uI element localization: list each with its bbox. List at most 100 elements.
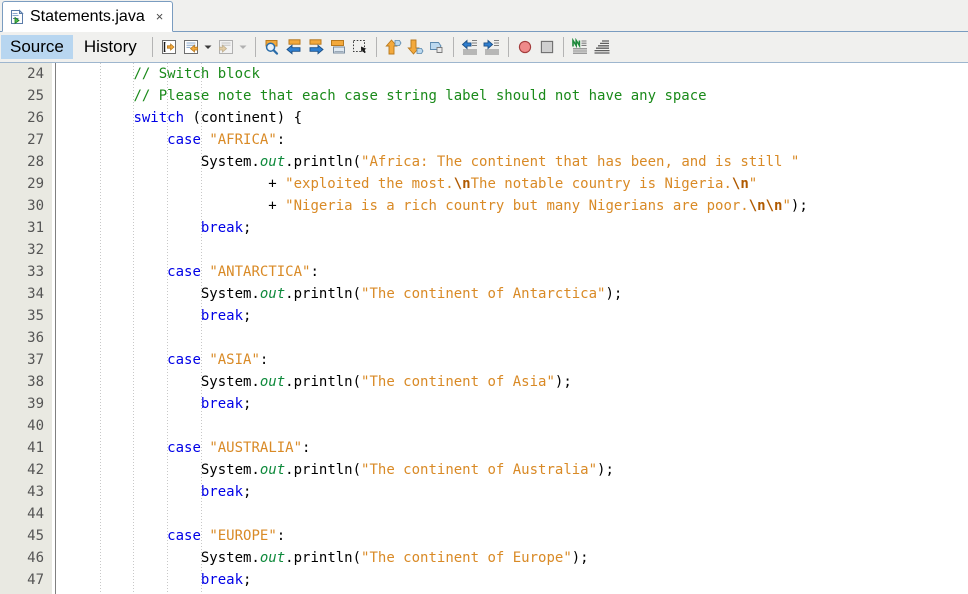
- previous-error-button[interactable]: [382, 36, 404, 58]
- next-bookmark-dropdown[interactable]: [237, 36, 250, 58]
- token-pln: );: [605, 286, 623, 302]
- code-line[interactable]: case "AFRICA":: [66, 129, 968, 151]
- line-number: 25: [27, 88, 44, 104]
- code-line[interactable]: // Switch block: [66, 63, 968, 85]
- toggle-bookmark-button[interactable]: [158, 36, 180, 58]
- next-bookmark-button[interactable]: [215, 36, 237, 58]
- document-tab-label: Statements.java: [30, 7, 145, 25]
- token-pln: :: [276, 528, 286, 544]
- code-line[interactable]: + "exploited the most.\nThe notable coun…: [66, 173, 968, 195]
- previous-bookmark-button[interactable]: [180, 36, 202, 58]
- token-str: "Africa: The continent that has been, an…: [361, 154, 800, 170]
- code-line[interactable]: System.out.println("The continent of Ant…: [66, 283, 968, 305]
- code-line[interactable]: // Please note that each case string lab…: [66, 85, 968, 107]
- token-str: "Nigeria is a rich country but many Nige…: [285, 198, 749, 214]
- code-line[interactable]: + "Nigeria is a rich country but many Ni…: [66, 195, 968, 217]
- token-str: "The continent of Europe": [361, 550, 572, 566]
- document-tab-statements-java[interactable]: Statements.java ×: [2, 1, 174, 32]
- token-pln: .println(: [285, 550, 362, 566]
- netbeans-editor-window: Statements.java × Source History 24 25 2…: [0, 0, 968, 594]
- stop-macro-recording-button[interactable]: [536, 36, 558, 58]
- token-kw: break: [200, 220, 244, 236]
- close-icon[interactable]: ×: [154, 10, 166, 23]
- token-pln: :: [310, 264, 319, 280]
- line-number: 29: [27, 176, 44, 192]
- token-kw: case: [167, 264, 201, 280]
- editor-toolbar: Source History: [0, 32, 968, 63]
- token-cmt: // Switch block: [133, 66, 260, 82]
- text-limit-line-icon: [593, 38, 611, 56]
- code-line[interactable]: break;: [66, 305, 968, 327]
- token-pln: :: [276, 132, 286, 148]
- token-pln: [66, 352, 167, 368]
- token-fld: out: [259, 462, 286, 478]
- line-number: 45: [27, 528, 44, 544]
- toggle-non-printable-characters-button[interactable]: [569, 36, 591, 58]
- arrow-left-icon: [285, 38, 303, 56]
- shift-line-right-button[interactable]: [481, 36, 503, 58]
- line-number: 33: [27, 264, 44, 280]
- token-pln: );: [597, 462, 614, 478]
- last-edit-button[interactable]: [426, 36, 448, 58]
- toggle-highlight-search-button[interactable]: [327, 36, 349, 58]
- toggle-text-limit-line-button[interactable]: [591, 36, 613, 58]
- code-line[interactable]: break;: [66, 217, 968, 239]
- token-kw: break: [200, 308, 244, 324]
- code-lines[interactable]: // Switch block // Please note that each…: [56, 63, 968, 591]
- code-line[interactable]: System.out.println("The continent of Aus…: [66, 459, 968, 481]
- toolbar-divider: [254, 37, 256, 57]
- previous-bookmark-icon: [182, 38, 200, 56]
- find-previous-button[interactable]: [283, 36, 305, 58]
- code-line[interactable]: [66, 415, 968, 437]
- previous-bookmark-dropdown[interactable]: [202, 36, 215, 58]
- code-line[interactable]: System.out.println("Africa: The continen…: [66, 151, 968, 173]
- toolbar-divider: [562, 37, 564, 57]
- line-number: 44: [27, 506, 44, 522]
- code-line[interactable]: [66, 239, 968, 261]
- stop-macro-icon: [538, 38, 556, 56]
- token-pln: .println(: [285, 462, 362, 478]
- code-area[interactable]: // Switch block // Please note that each…: [56, 63, 968, 594]
- line-number: 34: [27, 286, 44, 302]
- java-file-icon: [9, 8, 25, 25]
- token-esc: \n: [731, 176, 749, 192]
- code-line[interactable]: break;: [66, 393, 968, 415]
- next-error-button[interactable]: [404, 36, 426, 58]
- rectangular-selection-icon: [351, 38, 369, 56]
- line-number: 31: [27, 220, 44, 236]
- document-tab-strip: Statements.java ×: [0, 0, 968, 32]
- tab-history[interactable]: History: [75, 35, 146, 59]
- token-str: The notable country is Nigeria.: [470, 176, 732, 192]
- find-selection-button[interactable]: [261, 36, 283, 58]
- code-line[interactable]: switch (continent) {: [66, 107, 968, 129]
- code-line[interactable]: System.out.println("The continent of Asi…: [66, 371, 968, 393]
- find-next-button[interactable]: [305, 36, 327, 58]
- code-line[interactable]: [66, 327, 968, 349]
- token-str: "AUSTRALIA": [209, 440, 303, 456]
- token-pln: ;: [243, 572, 252, 588]
- token-str: ": [782, 198, 791, 214]
- code-line[interactable]: case "ASIA":: [66, 349, 968, 371]
- line-number: 24: [27, 66, 44, 82]
- token-pln: );: [790, 198, 808, 214]
- code-line[interactable]: case "EUROPE":: [66, 525, 968, 547]
- code-editor[interactable]: 24 25 26 27 28 29 30 31 32 33 34 35 36 37 38 39 40 41 42 43…: [0, 63, 968, 594]
- line-number: 38: [27, 374, 44, 390]
- code-line[interactable]: break;: [66, 569, 968, 591]
- line-number: 37: [27, 352, 44, 368]
- line-number: 30: [27, 198, 44, 214]
- code-line[interactable]: case "AUSTRALIA":: [66, 437, 968, 459]
- token-pln: :: [259, 352, 269, 368]
- code-line[interactable]: [66, 503, 968, 525]
- code-line[interactable]: System.out.println("The continent of Eur…: [66, 547, 968, 569]
- toggle-rectangular-selection-button[interactable]: [349, 36, 371, 58]
- token-str: "The continent of Australia": [361, 462, 598, 478]
- toolbar-divider: [507, 37, 509, 57]
- tab-source[interactable]: Source: [1, 35, 73, 59]
- token-pln: [66, 440, 167, 456]
- shift-line-left-button[interactable]: [459, 36, 481, 58]
- code-line[interactable]: break;: [66, 481, 968, 503]
- code-line[interactable]: case "ANTARCTICA":: [66, 261, 968, 283]
- token-esc: \n\n: [748, 198, 783, 214]
- start-macro-recording-button[interactable]: [514, 36, 536, 58]
